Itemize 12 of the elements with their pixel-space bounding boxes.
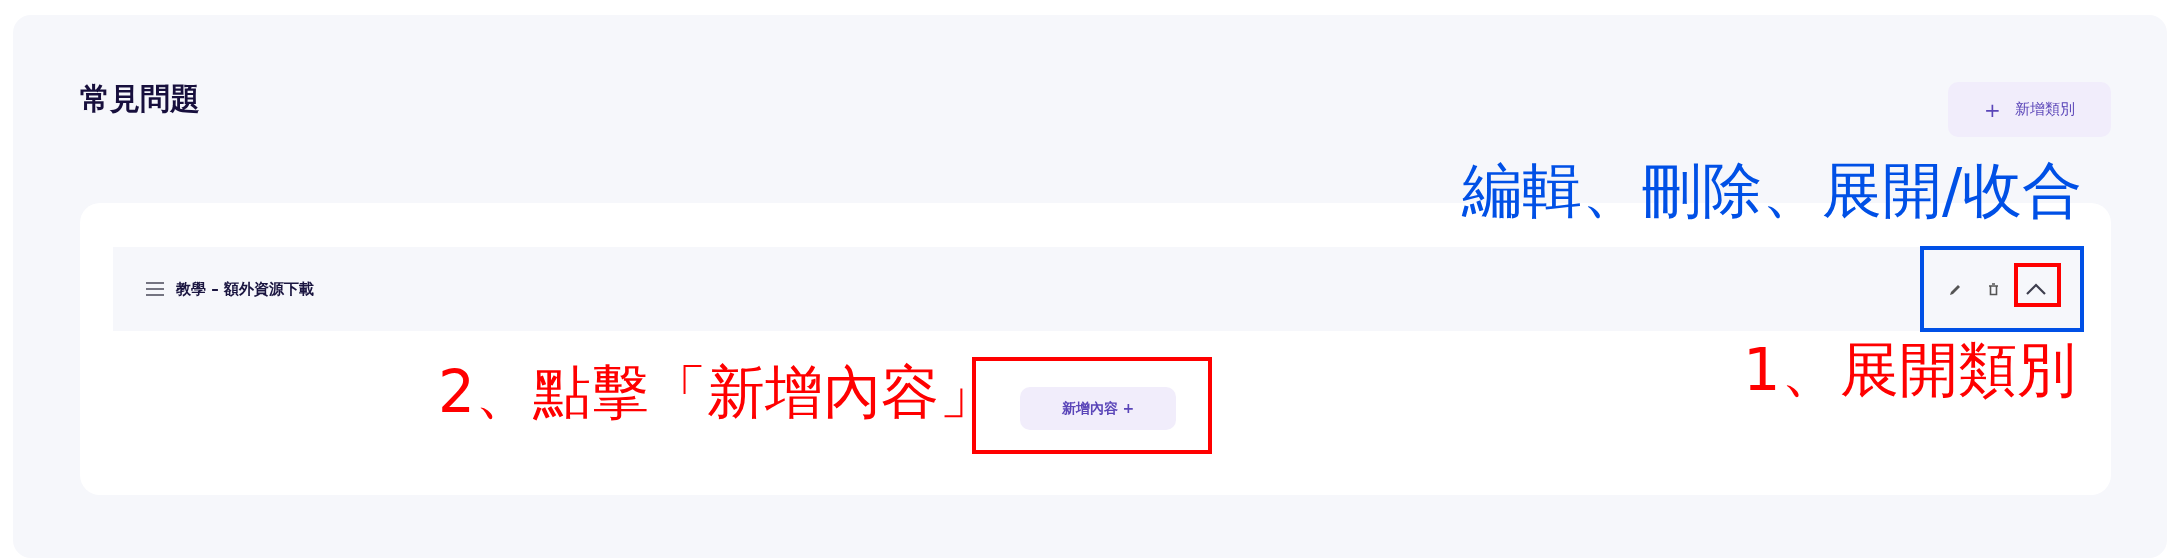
add-category-button[interactable]: + 新增類別 bbox=[1948, 82, 2111, 137]
chevron-icon[interactable] bbox=[2025, 282, 2047, 296]
annotation-label: 編輯、刪除、展開/收合 bbox=[1462, 160, 2083, 220]
trash-icon[interactable] bbox=[1988, 282, 1999, 296]
category-name: 教學 – 額外資源下載 bbox=[176, 279, 315, 299]
page-title: 常見問題 bbox=[80, 80, 200, 118]
annotation-label: 2、點擊「新增內容」 bbox=[438, 363, 997, 421]
annotation-label: 1、展開類別 bbox=[1743, 340, 2076, 399]
edit-icon[interactable] bbox=[1949, 282, 1962, 296]
category-row[interactable]: 教學 – 額外資源下載 bbox=[113, 247, 2083, 331]
add-content-button[interactable]: 新增內容 + bbox=[1020, 387, 1176, 430]
drag-handle-icon[interactable] bbox=[146, 282, 164, 296]
